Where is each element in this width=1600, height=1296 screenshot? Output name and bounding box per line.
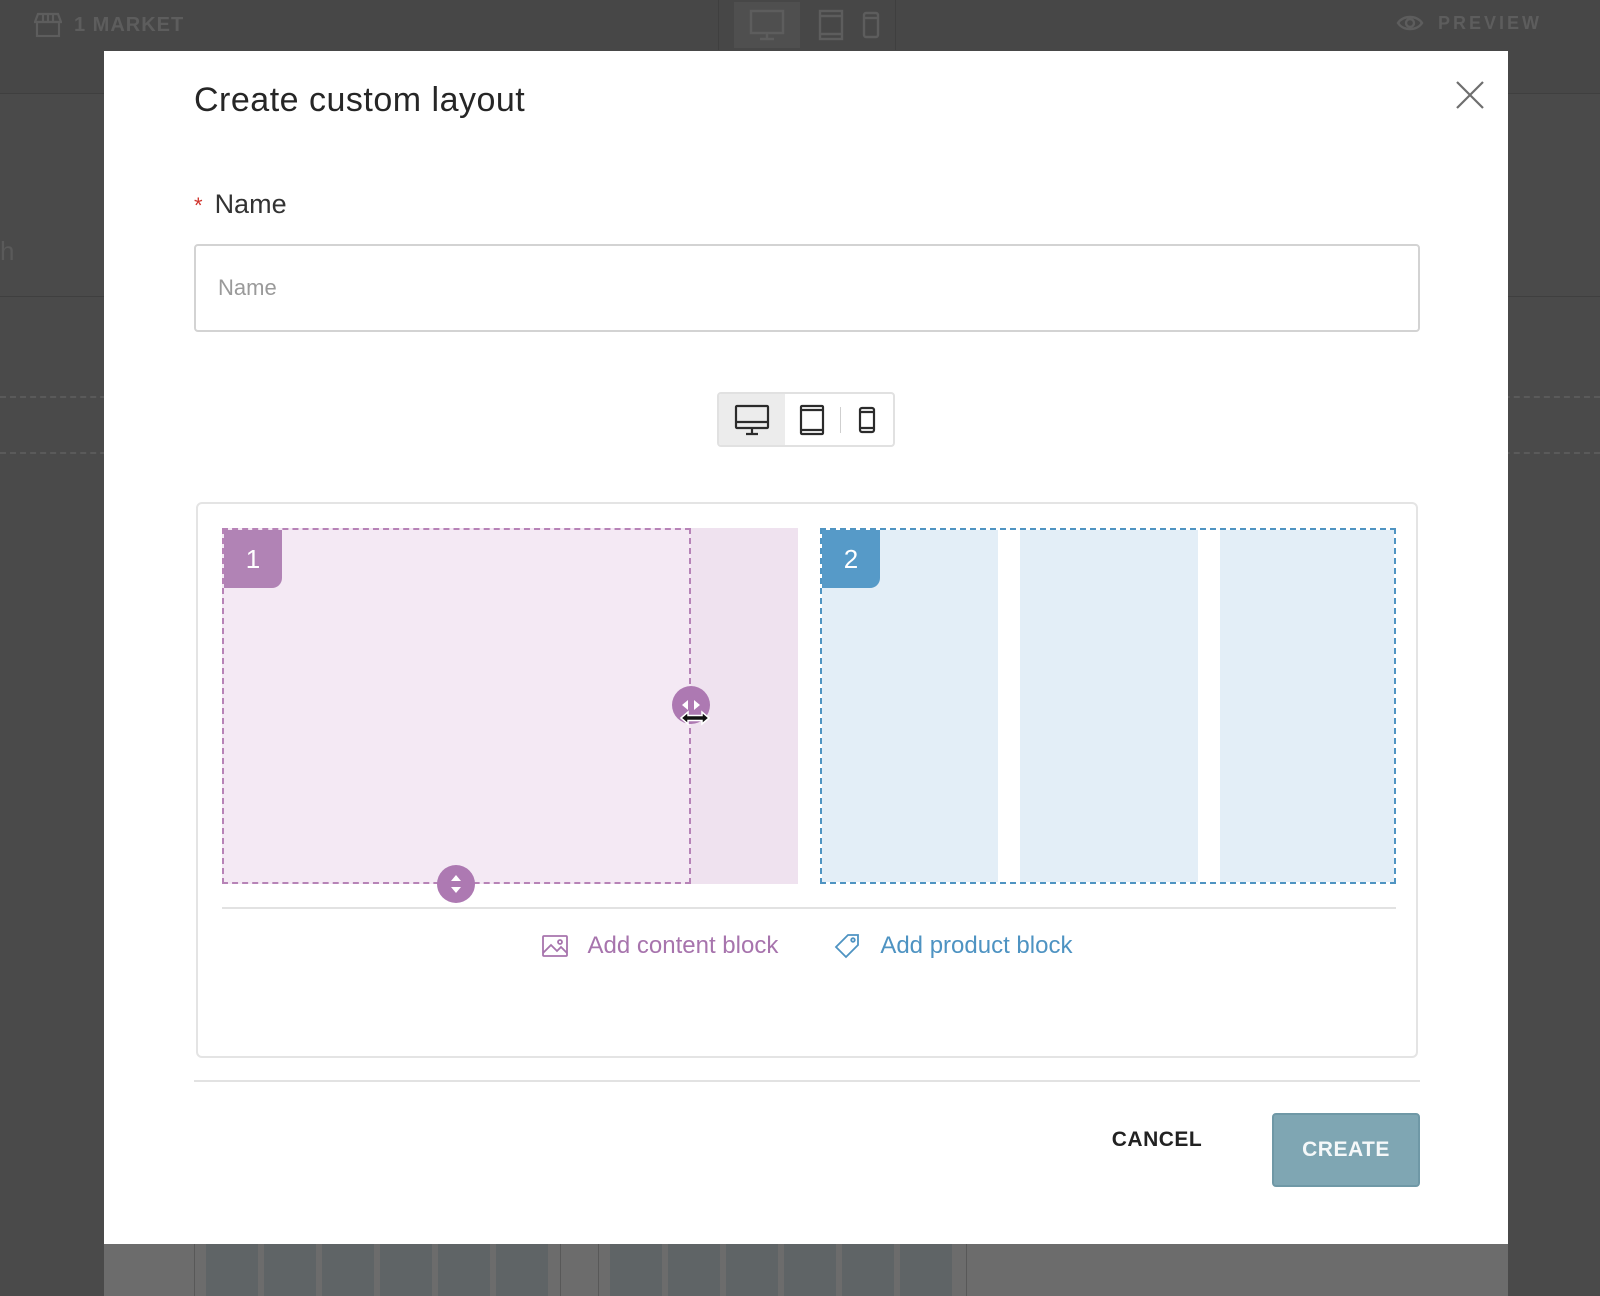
add-product-block-label: Add product block [880, 932, 1073, 959]
store-icon [34, 12, 62, 38]
name-label: Name [214, 189, 287, 219]
product-column [1220, 530, 1394, 882]
resize-height-handle[interactable] [437, 865, 475, 903]
background-line [194, 1244, 195, 1296]
background-text-fragment: h [0, 236, 15, 266]
background-tile [784, 1244, 836, 1296]
background-tile [726, 1244, 778, 1296]
tag-icon [835, 934, 860, 959]
image-icon [541, 935, 568, 957]
resize-cursor-icon [680, 710, 710, 726]
background-line [966, 1244, 967, 1296]
vertical-arrows-icon [451, 875, 461, 893]
layout-canvas: 1 2 Add content block Add product block [196, 502, 1418, 1058]
background-device-switcher [718, 0, 896, 50]
device-desktop-button[interactable] [719, 394, 785, 445]
background-tile [206, 1244, 258, 1296]
tablet-icon [800, 404, 825, 435]
background-tile [900, 1244, 952, 1296]
preview-label: PREVIEW [1438, 12, 1543, 33]
name-label-row: * Name [194, 189, 287, 220]
background-tile [496, 1244, 548, 1296]
mobile-icon [859, 406, 876, 433]
content-block-area: 1 [222, 528, 798, 903]
background-tile [438, 1244, 490, 1296]
mobile-icon [862, 11, 880, 39]
required-asterisk: * [194, 193, 203, 218]
block-number-badge: 2 [822, 530, 880, 588]
add-content-block-button[interactable]: Add content block [541, 932, 779, 960]
product-column [1020, 530, 1198, 882]
close-icon [1456, 81, 1484, 109]
canvas-divider [222, 907, 1396, 909]
background-tile [322, 1244, 374, 1296]
create-button[interactable]: CREATE [1272, 1113, 1420, 1187]
device-toggle [717, 392, 895, 447]
cancel-button[interactable]: CANCEL [1092, 1113, 1222, 1167]
add-product-block-button[interactable]: Add product block [834, 932, 1072, 960]
add-content-block-label: Add content block [587, 932, 779, 959]
modal-title: Create custom layout [194, 81, 526, 119]
add-block-actions: Add content block Add product block [198, 932, 1416, 960]
footer-divider [194, 1080, 1420, 1082]
background-line [598, 1244, 599, 1296]
background-market-selector: 1 MARKET [34, 12, 184, 38]
block-number-badge: 1 [224, 530, 282, 588]
close-button[interactable] [1448, 73, 1492, 117]
background-tile [668, 1244, 720, 1296]
device-tablet-button[interactable] [785, 394, 841, 445]
content-block[interactable]: 1 [222, 528, 691, 884]
background-tile [264, 1244, 316, 1296]
desktop-icon [734, 404, 769, 435]
create-layout-modal: Create custom layout * Name 1 [104, 51, 1508, 1244]
device-mobile-button[interactable] [841, 394, 893, 445]
background-tile [842, 1244, 894, 1296]
desktop-icon [749, 9, 785, 41]
product-block[interactable]: 2 [820, 528, 1396, 884]
background-tile [610, 1244, 662, 1296]
eye-icon [1396, 15, 1424, 31]
background-tile [380, 1244, 432, 1296]
background-line [560, 1244, 561, 1296]
name-input[interactable] [194, 244, 1420, 332]
market-label: 1 MARKET [74, 13, 185, 36]
tablet-icon [818, 9, 844, 41]
background-preview: PREVIEW [1396, 12, 1542, 34]
